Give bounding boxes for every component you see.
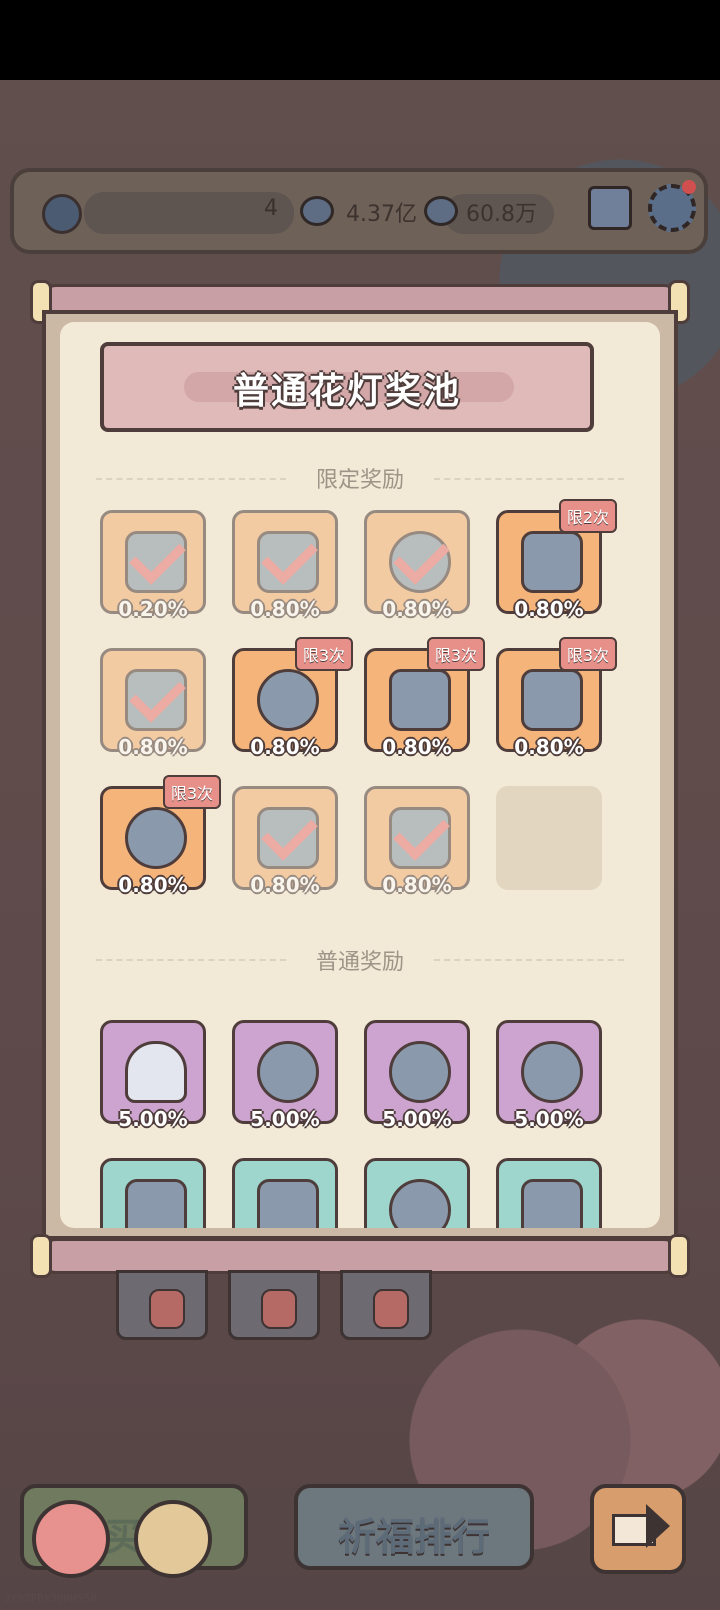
reward-card[interactable]: 5.00% [232,1020,338,1131]
reward-card[interactable]: 5.00% [496,1020,602,1131]
reward-probability: 0.80% [382,735,452,759]
item-icon [389,1179,451,1228]
reward-probability: 5.00% [118,1107,188,1131]
reward-card[interactable] [364,1158,470,1228]
limit-badge: 限3次 [294,637,353,671]
reward-probability: 0.80% [514,735,584,759]
red-lantern-icon[interactable] [32,1500,110,1578]
lantern-icon [149,1289,185,1329]
item-icon [125,1179,187,1228]
lotus-lantern-icon [373,1289,409,1329]
build-id: 3Y9ZFDX30HH550 [4,1592,97,1605]
panel-title: 普通花灯奖池 [232,371,461,412]
player-level: 4 [264,196,278,221]
prayer-ranking-button[interactable]: 祈福排行 [294,1484,534,1570]
mail-icon[interactable] [588,186,632,230]
reward-card[interactable]: 0.80% 限3次 [232,637,353,759]
limit-badge: 限3次 [426,637,485,671]
reward-probability: 0.20% [118,597,188,621]
item-icon [521,1041,583,1103]
item-icon [521,1179,583,1228]
reward-probability: 0.80% [250,597,320,621]
reward-probability: 0.80% [250,735,320,759]
reward-card[interactable]: 0.80% 限3次 [364,637,485,759]
normal-section-label: 普通奖励 [315,950,404,975]
reward-probability: 0.80% [118,873,188,897]
reward-probability: 0.80% [382,597,452,621]
limit-badge: 限3次 [558,637,617,671]
notification-dot [682,180,696,194]
lantern-tab[interactable] [116,1270,208,1340]
arrow-right-head [646,1504,670,1548]
bubble-icon [424,196,458,226]
reward-card[interactable] [100,1158,206,1228]
limited-section-label: 限定奖励 [315,468,404,493]
scroll-bottom-rod [40,1238,680,1274]
reward-card[interactable]: 0.20% [100,510,206,621]
reward-card[interactable]: 0.80% [100,648,206,759]
item-icon [389,1041,451,1103]
reward-probability: 0.80% [118,735,188,759]
reward-probability: 0.80% [382,873,452,897]
reward-card[interactable]: 0.80% [364,510,470,621]
item-icon [521,669,583,731]
rod-cap [30,1234,52,1278]
gold-lantern-icon[interactable] [134,1500,212,1578]
prayer-ranking-label: 祈福排行 [337,1515,490,1559]
currency-secondary: 60.8万 [466,202,537,227]
reward-card[interactable]: 0.80% [232,786,338,897]
reward-panel: 普通花灯奖池 限定奖励 0.20% 0.80% 0.80% 0.80% 限2次 0.80%… [60,322,660,1228]
rod-cap [668,1234,690,1278]
item-icon [257,1179,319,1228]
item-icon [389,669,451,731]
next-button[interactable] [590,1484,686,1574]
level-bar [84,192,294,234]
reward-card[interactable]: 5.00% [100,1020,206,1131]
ghost-icon [125,1041,187,1103]
lantern-icon [261,1289,297,1329]
clover-icon[interactable] [42,194,82,234]
reward-probability: 5.00% [382,1107,452,1131]
reward-card[interactable]: 0.80% [232,510,338,621]
lantern-tab[interactable] [228,1270,320,1340]
reward-card[interactable] [496,1158,602,1228]
reward-card[interactable]: 0.80% [364,786,470,897]
item-icon [257,669,319,731]
empty-slot [496,786,602,890]
reward-card[interactable]: 0.80% 限3次 [100,775,221,897]
status-bar [0,0,720,80]
reward-card[interactable] [232,1158,338,1228]
item-icon [125,807,187,869]
limit-badge: 限3次 [162,775,221,809]
reward-card[interactable]: 5.00% [364,1020,470,1131]
bubble-icon [300,196,334,226]
reward-probability: 5.00% [250,1107,320,1131]
limit-badge: 限2次 [558,499,617,533]
reward-card[interactable]: 0.80% 限3次 [496,637,617,759]
reward-probability: 0.80% [250,873,320,897]
top-hud: 4 4.37亿 60.8万 [10,168,708,254]
currency-primary: 4.37亿 [346,202,417,227]
reward-probability: 0.80% [514,597,584,621]
item-icon [521,531,583,593]
title-banner: 普通花灯奖池 [100,342,594,432]
item-icon [257,1041,319,1103]
reward-probability: 5.00% [514,1107,584,1131]
reward-card[interactable]: 0.80% 限2次 [496,499,617,621]
lantern-tab[interactable] [340,1270,432,1340]
